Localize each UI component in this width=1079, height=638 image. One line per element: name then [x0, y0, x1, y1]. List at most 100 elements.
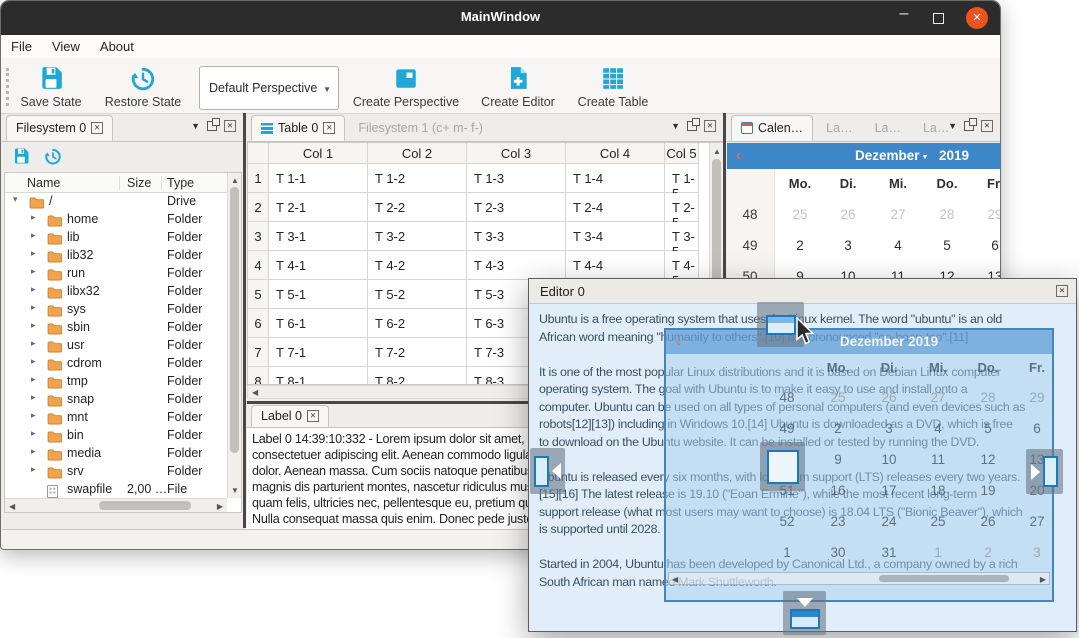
calendar-day[interactable]: 17	[866, 483, 912, 498]
expand-icon[interactable]: ▸	[31, 428, 36, 439]
expand-icon[interactable]: ▸	[31, 302, 36, 313]
table-row-header[interactable]: 1	[248, 164, 269, 193]
tab-label-0[interactable]: Label 0✕	[251, 405, 329, 427]
tab-filesystem-1-c-m-f-[interactable]: Filesystem 1 (c+ m- f-)	[349, 115, 492, 141]
column-type[interactable]: Type	[167, 176, 194, 190]
expand-icon[interactable]: ▸	[31, 464, 36, 475]
table-row-header[interactable]: 4	[248, 251, 269, 280]
calendar-day[interactable]: 25	[915, 514, 961, 529]
tree-row[interactable]: ▸tmpFolder	[5, 373, 227, 391]
table-cell[interactable]: T 3-2	[368, 222, 467, 251]
minimize-button[interactable]: –	[894, 5, 914, 23]
column-name[interactable]: Name	[27, 176, 60, 190]
table-column-header[interactable]: Col 3	[467, 143, 566, 164]
calendar-day[interactable]: 27	[1014, 514, 1054, 529]
close-panel-icon[interactable]: ✕	[704, 120, 716, 132]
table-cell[interactable]: T 8-2	[368, 367, 467, 385]
table-cell[interactable]: T 1-2	[368, 164, 467, 193]
calendar-day[interactable]: 26	[965, 514, 1011, 529]
calendar-day[interactable]: 5	[965, 421, 1011, 436]
calendar-day[interactable]: 6	[1014, 421, 1054, 436]
table-cell[interactable]: T 2-4	[566, 193, 665, 222]
calendar-day[interactable]: 18	[915, 483, 961, 498]
calendar-day[interactable]: 29	[973, 207, 1001, 222]
scroll-down-icon[interactable]: ▼	[231, 486, 239, 495]
tree-row[interactable]: ▸libFolder	[5, 229, 227, 247]
table-cell[interactable]: T 7-1	[269, 338, 368, 367]
calendar-day[interactable]: 26	[866, 390, 912, 405]
calendar-day[interactable]: 24	[866, 514, 912, 529]
dock-indicator-center[interactable]	[760, 442, 805, 491]
close-editor-icon[interactable]: ✕	[1056, 285, 1068, 297]
table-cell[interactable]: T 5-1	[269, 280, 368, 309]
create-perspective-button[interactable]: Create Perspective	[349, 64, 463, 110]
calendar-day[interactable]: 30	[815, 545, 861, 560]
tree-row[interactable]: ▸cdromFolder	[5, 355, 227, 373]
calendar-day[interactable]: 27	[915, 390, 961, 405]
calendar-day[interactable]: 4	[876, 238, 920, 253]
tabs-menu-icon[interactable]: ▼	[948, 121, 957, 131]
calendar-day[interactable]: 11	[915, 452, 961, 467]
calendar-year[interactable]: 2019	[939, 148, 969, 163]
table-row-header[interactable]: 2	[248, 193, 269, 222]
calendar-day[interactable]: 9	[815, 452, 861, 467]
calendar-day[interactable]: 25	[778, 207, 822, 222]
calendar-day[interactable]: 3	[866, 421, 912, 436]
calendar-day[interactable]: 10	[866, 452, 912, 467]
table-column-header[interactable]: Col 2	[368, 143, 467, 164]
tree-row[interactable]: ▸snapFolder	[5, 391, 227, 409]
table-cell[interactable]: T 1-1	[269, 164, 368, 193]
table-cell[interactable]: T 5-2	[368, 280, 467, 309]
perspective-select[interactable]: Default Perspective ▼	[199, 66, 339, 110]
expand-icon[interactable]: ▸	[31, 230, 36, 241]
table-row-header[interactable]: 3	[248, 222, 269, 251]
close-button[interactable]: ✕	[966, 7, 988, 29]
tree-row[interactable]: ▸sbinFolder	[5, 319, 227, 337]
scrollbar-thumb[interactable]	[230, 187, 239, 453]
scrollbar-thumb[interactable]	[99, 501, 191, 510]
tree-horizontal-scrollbar[interactable]: ◀ ▶	[5, 498, 227, 512]
expand-icon[interactable]: ▸	[31, 212, 36, 223]
undock-icon[interactable]	[687, 121, 697, 131]
menu-file[interactable]: File	[1, 35, 42, 54]
tree-row[interactable]: ▸sysFolder	[5, 301, 227, 319]
tree-row[interactable]: ▸mediaFolder	[5, 445, 227, 463]
table-row-header[interactable]: 8	[248, 367, 269, 385]
expand-icon[interactable]: ▸	[31, 446, 36, 457]
expand-icon[interactable]: ▸	[31, 410, 36, 421]
tab-table-0[interactable]: Table 0✕	[251, 115, 345, 141]
table-column-header[interactable]: Col 4	[566, 143, 665, 164]
table-cell[interactable]: T 4-5	[665, 251, 699, 280]
calendar-day[interactable]: 16	[815, 483, 861, 498]
expand-icon[interactable]: ▸	[31, 284, 36, 295]
expand-icon[interactable]: ▸	[31, 248, 36, 259]
table-cell[interactable]: T 1-3	[467, 164, 566, 193]
table-cell[interactable]: T 1-5	[665, 164, 699, 193]
calendar-day[interactable]: 4	[915, 421, 961, 436]
calendar-day[interactable]: 2	[778, 238, 822, 253]
table-cell[interactable]: T 2-3	[467, 193, 566, 222]
table-row-header[interactable]: 7	[248, 338, 269, 367]
create-editor-button[interactable]: Create Editor	[471, 64, 565, 110]
calendar-day[interactable]: 28	[925, 207, 969, 222]
calendar-day[interactable]: 6	[973, 238, 1001, 253]
menu-view[interactable]: View	[42, 35, 90, 54]
scroll-up-icon[interactable]: ▲	[713, 147, 721, 156]
dock-indicator-right[interactable]	[1026, 449, 1063, 494]
table-cell[interactable]: T 6-2	[368, 309, 467, 338]
editor-titlebar[interactable]: Editor 0 ✕	[529, 279, 1076, 304]
calendar-day[interactable]: 5	[925, 238, 969, 253]
save-state-button[interactable]: Save State	[11, 64, 91, 110]
history-icon[interactable]	[34, 152, 62, 169]
maximize-button[interactable]	[933, 13, 944, 24]
close-panel-icon[interactable]: ✕	[981, 120, 993, 132]
tab-close-icon[interactable]: ✕	[307, 410, 319, 422]
table-row-header[interactable]: 5	[248, 280, 269, 309]
table-cell[interactable]: T 1-4	[566, 164, 665, 193]
create-table-button[interactable]: Create Table	[571, 64, 655, 110]
tree-row[interactable]: ▸runFolder	[5, 265, 227, 283]
calendar-day[interactable]: 3	[826, 238, 870, 253]
tree-row[interactable]: ▸binFolder	[5, 427, 227, 445]
tree-row[interactable]: ▸mntFolder	[5, 409, 227, 427]
tab-close-icon[interactable]: ✕	[323, 122, 335, 134]
